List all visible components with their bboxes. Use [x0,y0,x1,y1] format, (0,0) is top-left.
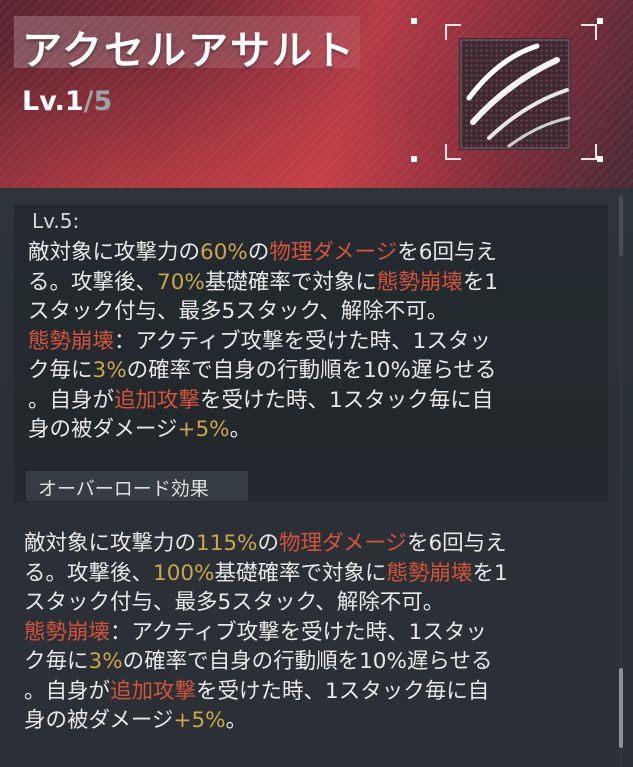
text-segment: る。攻撃後、 [28,269,158,295]
text-segment: を受けた時、1スタック毎に自 [196,678,490,704]
keyword-highlight: 態勢崩壊 [376,269,463,295]
value-highlight: 3% [88,649,123,674]
text-segment: ク毎に [24,649,89,674]
description-line: る。攻撃後、100%基礎確率で対象に態勢崩壊を1 [24,559,508,589]
level-max: 5 [93,86,113,117]
text-segment: 。自身が [28,387,115,413]
text-segment: る。攻撃後、 [24,560,154,586]
text-segment: ク毎に [28,358,93,383]
text-segment: 敵対象に攻撃力の [24,531,197,556]
scrollbar-thumb[interactable] [619,668,623,748]
description-line: 身の被ダメージ+5%。 [24,706,508,736]
text-segment: の [247,240,270,265]
description-line: 敵対象に攻撃力の115%の物理ダメージを6回与え [24,529,508,559]
text-segment: を1 [462,269,499,295]
keyword-highlight: 追加攻撃 [114,387,201,413]
level-current: Lv.1 [22,86,84,117]
text-segment: 基礎確率で対象に [214,560,387,586]
scrollbar-segment [619,196,623,256]
keyword-highlight: 物理ダメージ [279,531,407,556]
keyword-highlight: 追加攻撃 [110,678,197,704]
text-segment: 。自身が [24,678,111,704]
keyword-highlight: 態勢崩壊 [386,560,473,586]
frame-corner [581,24,597,40]
text-segment: スタック付与、最多5スタック、解除不可。 [24,590,445,615]
description-line: 。自身が追加攻撃を受けた時、1スタック毎に自 [24,677,508,707]
description-line: 身の被ダメージ+5%。 [28,415,498,445]
text-segment: スタック付与、最多5スタック、解除不可。 [28,299,449,324]
overload-description: 敵対象に攻撃力の115%の物理ダメージを6回与え る。攻撃後、100%基礎確率で対… [24,529,508,736]
frame-dot [411,18,417,24]
lv5-description: 敵対象に攻撃力の60%の物理ダメージを6回与え る。攻撃後、70%基礎確率で対象に… [28,238,498,445]
description-line: ク毎に3%の確率で自身の行動順を10%遅らせる [24,647,508,677]
level-separator: / [83,86,94,117]
description-line: 態勢崩壊：アクティブ攻撃を受けた時、1スタッ [24,618,508,648]
keyword-highlight: 態勢崩壊 [24,619,111,645]
text-segment: を受けた時、1スタック毎に自 [200,387,494,413]
text-segment: 敵対象に攻撃力の [28,240,201,265]
skill-level: Lv.1/5 [22,86,112,117]
text-segment: の確率で自身の行動順を10%遅らせる [122,649,493,674]
description-line: る。攻撃後、70%基礎確率で対象に態勢崩壊を1 [28,268,498,298]
text-segment: を6回与え [397,240,497,265]
text-segment: 身の被ダメージ [28,417,178,442]
text-segment: 。 [229,417,252,442]
text-segment: の確率で自身の行動順を10%遅らせる [126,358,497,383]
value-highlight: 70% [157,269,205,295]
text-segment: を6回与え [406,531,507,556]
description-line: 。自身が追加攻撃を受けた時、1スタック毎に自 [28,386,498,416]
text-segment: ：アクティブ攻撃を受けた時、1スタッ [114,328,491,354]
frame-dot [597,156,603,162]
lv5-label: Lv.5: [32,209,80,233]
value-highlight: 115% [196,531,258,556]
description-line: 態勢崩壊：アクティブ攻撃を受けた時、1スタッ [28,327,498,357]
text-segment: 身の被ダメージ [24,708,174,733]
frame-dot [411,156,417,162]
description-line: スタック付与、最多5スタック、解除不可。 [24,588,508,618]
text-segment: 。 [225,708,248,733]
value-highlight: +5% [177,417,230,442]
text-segment: 基礎確率で対象に [204,269,377,295]
description-line: 敵対象に攻撃力の60%の物理ダメージを6回与え [28,238,498,268]
claw-slash-icon [459,38,571,150]
frame-corner [581,144,597,160]
text-segment: の [257,531,279,556]
frame-dot [597,18,603,24]
value-highlight: 60% [200,240,248,265]
value-highlight: 3% [92,358,127,383]
text-segment: ：アクティブ攻撃を受けた時、1スタッ [110,619,487,645]
skill-header: アクセルアサルト Lv.1/5 [0,0,633,188]
skill-icon-frame [411,18,617,164]
text-segment: を1 [472,560,508,586]
keyword-highlight: 態勢崩壊 [28,328,115,354]
value-highlight: 100% [153,560,215,586]
value-highlight: +5% [173,708,226,733]
description-line: ク毎に3%の確率で自身の行動順を10%遅らせる [28,356,498,386]
overload-label: オーバーロード効果 [38,478,209,500]
keyword-highlight: 物理ダメージ [269,240,398,265]
description-line: スタック付与、最多5スタック、解除不可。 [28,297,498,327]
skill-name: アクセルアサルト [22,28,356,74]
